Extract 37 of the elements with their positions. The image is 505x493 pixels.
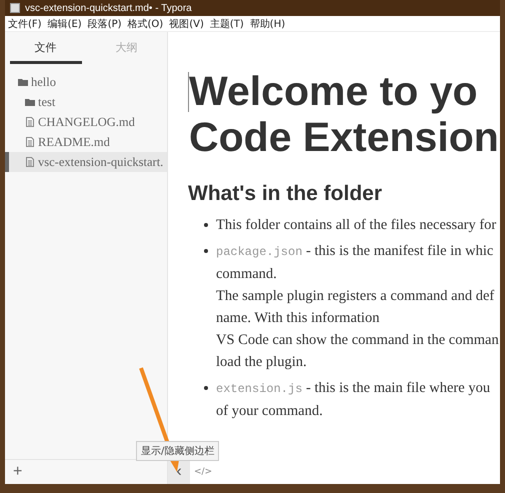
tree-item[interactable]: README.md — [5, 132, 167, 152]
paragraph-line: The sample plugin registers a command and def — [216, 287, 496, 306]
menu-item[interactable]: 格式(O) — [128, 16, 164, 30]
tab-underline — [10, 61, 82, 64]
bullet-dot — [204, 386, 208, 390]
menu-item[interactable]: 主题(T) — [210, 16, 244, 30]
menu-item[interactable]: 视图(V) — [169, 16, 204, 30]
paragraph-line: load the plugin. — [216, 353, 308, 372]
text-cursor — [188, 72, 189, 112]
add-button[interactable]: + — [9, 463, 26, 481]
tree-item[interactable]: test — [5, 92, 167, 112]
menu-item[interactable]: 编辑(E) — [48, 16, 82, 30]
file-icon — [25, 157, 35, 167]
file-icon — [25, 117, 35, 127]
window-title: vsc-extension-quickstart.md• - Typora — [25, 2, 192, 14]
source-code-button[interactable]: </> — [194, 467, 212, 477]
paragraph-line: command. — [216, 265, 278, 284]
paragraph-line: VS Code can show the command in the comman — [216, 331, 500, 350]
sidebar-tab[interactable]: 文件 — [28, 32, 62, 56]
paragraph-line: extension.js - this is the main file where you — [216, 379, 492, 398]
tree-item[interactable]: CHANGELOG.md — [5, 112, 167, 132]
tooltip: 显示/隐藏侧边栏 — [136, 441, 220, 461]
document-title: Welcome to yo Code Extension — [189, 68, 499, 160]
bullet-dot — [204, 249, 208, 253]
paragraph-line: This folder contains all of the files necessary for — [216, 216, 498, 235]
section-heading: What's in the folder — [188, 182, 383, 206]
paragraph-line: package.json - this is the manifest file in whic — [216, 242, 494, 261]
menu-item[interactable]: 文件(F) — [8, 16, 42, 30]
bullet-dot — [204, 223, 208, 227]
file-icon — [25, 137, 35, 147]
tree-item[interactable]: hello — [5, 72, 167, 92]
paragraph-line: name. With this information — [216, 309, 380, 328]
paragraph-line: of your command. — [216, 402, 324, 421]
tree-item[interactable]: vsc-extension-quickstart. — [5, 152, 167, 172]
menu-item[interactable]: 段落(P) — [88, 16, 122, 30]
app-icon — [10, 3, 20, 13]
menu-item[interactable]: 帮助(H) — [250, 16, 286, 30]
